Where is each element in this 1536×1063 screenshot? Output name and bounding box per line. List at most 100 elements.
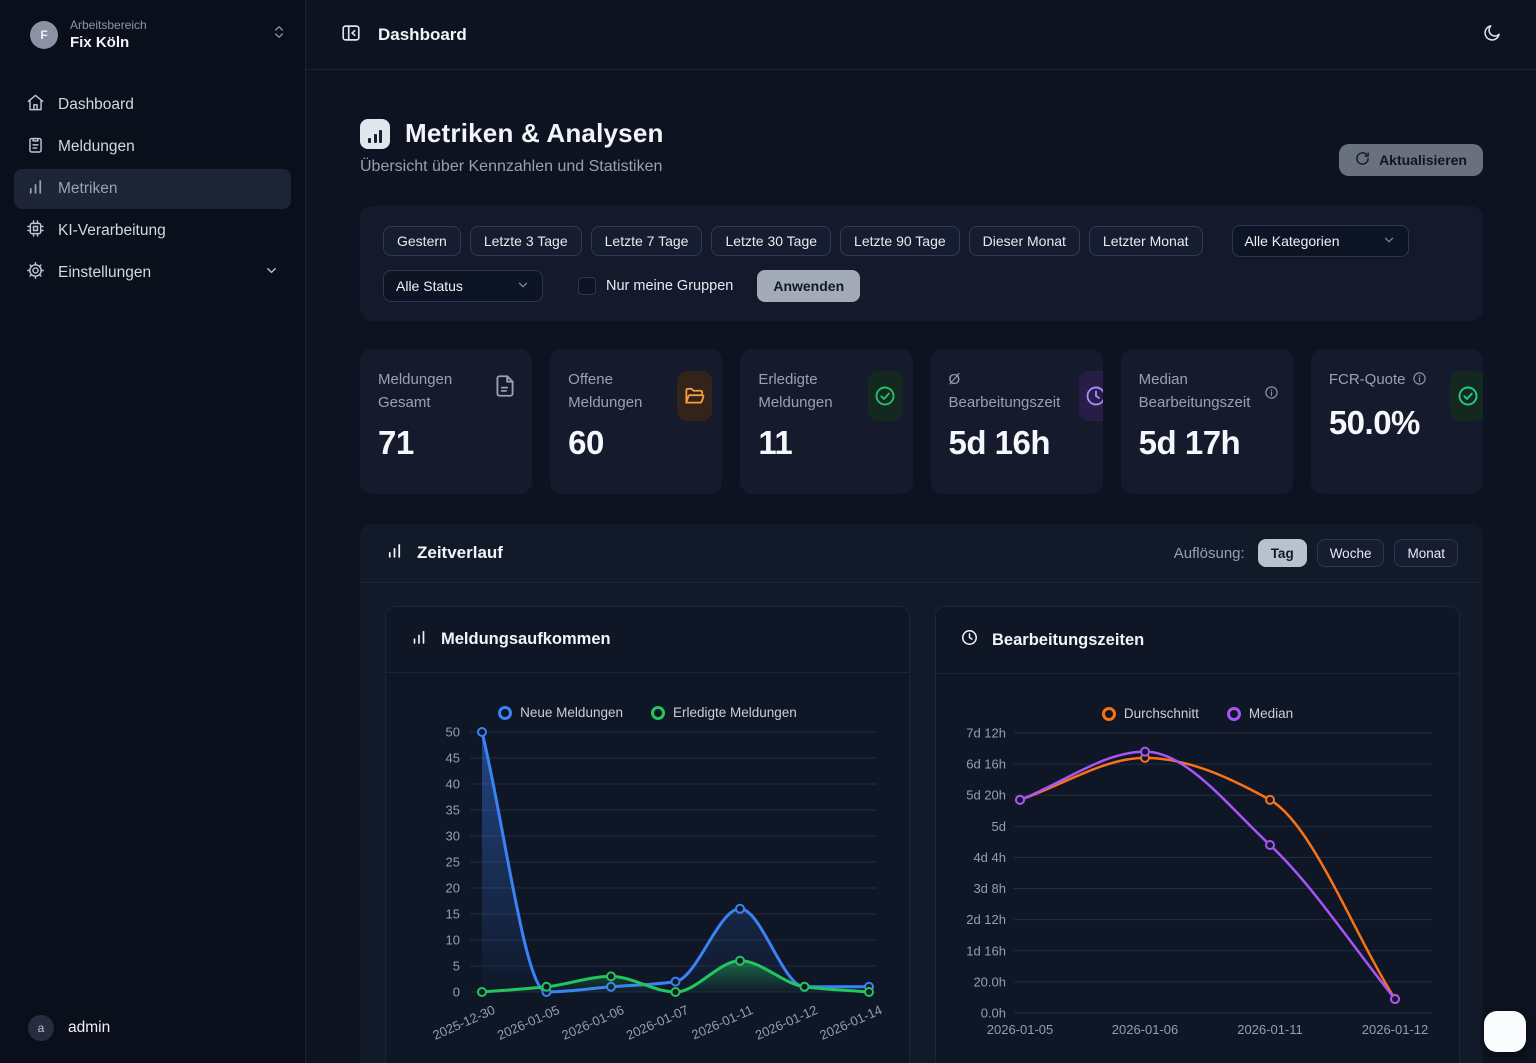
- file-text-icon: [492, 373, 518, 404]
- svg-text:1d 16h: 1d 16h: [966, 943, 1006, 958]
- badge-check-icon: [1450, 371, 1483, 421]
- filter-gestern[interactable]: Gestern: [383, 226, 461, 256]
- svg-text:45: 45: [445, 751, 459, 766]
- workspace-avatar: F: [30, 21, 58, 49]
- sidebar-item-label: KI-Verarbeitung: [58, 222, 166, 240]
- filter-letzte-3-tage[interactable]: Letzte 3 Tage: [470, 226, 582, 256]
- sidebar-item-ki-verarbeitung[interactable]: KI-Verarbeitung: [14, 211, 291, 251]
- svg-text:2026-01-14: 2026-01-14: [817, 1002, 884, 1043]
- main-area: Dashboard Metriken & Analysen Übersicht …: [306, 0, 1536, 1063]
- clipboard-icon: [26, 135, 45, 159]
- filter-bar: Gestern Letzte 3 Tage Letzte 7 Tage Letz…: [360, 206, 1483, 321]
- user-name: admin: [68, 1019, 110, 1037]
- metric-value: 50.0%: [1329, 404, 1465, 442]
- metric-card-erledigte: Erledigte Meldungen 11: [740, 349, 912, 494]
- app-root: F Arbeitsbereich Fix Köln Dashboard Meld…: [0, 0, 1536, 1063]
- svg-text:2026-01-12: 2026-01-12: [752, 1002, 819, 1043]
- my-groups-checkbox[interactable]: [578, 277, 596, 295]
- filter-letzter-monat[interactable]: Letzter Monat: [1089, 226, 1203, 256]
- filter-letzte-30-tage[interactable]: Letzte 30 Tage: [711, 226, 831, 256]
- svg-text:2026-01-11: 2026-01-11: [689, 1002, 755, 1042]
- metric-card-offene: Offene Meldungen 60: [550, 349, 722, 494]
- sidebar-item-metriken[interactable]: Metriken: [14, 169, 291, 209]
- svg-text:6d 16h: 6d 16h: [966, 757, 1006, 772]
- my-groups-label: Nur meine Gruppen: [606, 278, 733, 294]
- svg-text:15: 15: [445, 907, 459, 922]
- folder-open-icon: [677, 371, 712, 421]
- chart-legend: Durchschnitt Median: [936, 706, 1459, 721]
- svg-text:25: 25: [445, 855, 459, 870]
- resolution-tag-button[interactable]: Tag: [1258, 539, 1307, 567]
- floating-action-button[interactable]: [1484, 1011, 1526, 1052]
- resolution-woche-button[interactable]: Woche: [1317, 539, 1385, 567]
- svg-text:2026-01-11: 2026-01-11: [1237, 1022, 1303, 1037]
- chart-card-bearbeitungszeiten: Bearbeitungszeiten Durchschnitt Median 0…: [935, 606, 1460, 1063]
- svg-text:10: 10: [445, 933, 459, 948]
- check-circle-icon: [868, 371, 903, 421]
- topbar-title: Dashboard: [378, 25, 467, 45]
- svg-text:4d 4h: 4d 4h: [973, 850, 1006, 865]
- panel-left-icon: [340, 22, 362, 47]
- sidebar: F Arbeitsbereich Fix Köln Dashboard Meld…: [0, 0, 306, 1063]
- metric-card-median-bearbeitungszeit: Median Bearbeitungszeit 5d 17h: [1121, 349, 1293, 494]
- svg-text:50: 50: [445, 725, 459, 740]
- metric-value: 71: [378, 424, 514, 462]
- refresh-button[interactable]: Aktualisieren: [1339, 144, 1483, 176]
- svg-text:30: 30: [445, 829, 459, 844]
- svg-text:20.0h: 20.0h: [973, 974, 1006, 989]
- chart-legend: Neue Meldungen Erledigte Meldungen: [386, 705, 909, 720]
- filter-dieser-monat[interactable]: Dieser Monat: [969, 226, 1080, 256]
- filter-letzte-90-tage[interactable]: Letzte 90 Tage: [840, 226, 960, 256]
- chevrons-up-down-icon: [271, 24, 287, 45]
- sidebar-user[interactable]: a admin: [0, 997, 305, 1063]
- sidebar-collapse-button[interactable]: [340, 22, 362, 47]
- sidebar-item-label: Meldungen: [58, 138, 135, 156]
- svg-text:35: 35: [445, 803, 459, 818]
- status-select[interactable]: Alle Status: [383, 270, 543, 302]
- resolution-monat-button[interactable]: Monat: [1394, 539, 1458, 567]
- legend-swatch-orange: [1102, 707, 1116, 721]
- metric-card-avg-bearbeitungszeit: Ø Bearbeitungszeit 5d 16h: [931, 349, 1103, 494]
- sidebar-item-meldungen[interactable]: Meldungen: [14, 127, 291, 167]
- timeline-title: Zeitverlauf: [417, 543, 503, 563]
- workspace-switcher[interactable]: F Arbeitsbereich Fix Köln: [0, 0, 305, 67]
- svg-text:5d 20h: 5d 20h: [966, 788, 1006, 803]
- moon-icon: [1482, 23, 1502, 46]
- svg-text:5d: 5d: [991, 819, 1005, 834]
- sidebar-item-dashboard[interactable]: Dashboard: [14, 85, 291, 125]
- workspace-name: Fix Köln: [70, 34, 259, 51]
- chart-title: Meldungsaufkommen: [441, 630, 611, 649]
- filter-letzte-7-tage[interactable]: Letzte 7 Tage: [591, 226, 703, 256]
- svg-text:0: 0: [452, 985, 459, 1000]
- bearbeitungszeiten-chart: 0.0h20.0h1d 16h2d 12h3d 8h4d 4h5d5d 20h6…: [958, 725, 1438, 1045]
- info-icon: [1412, 371, 1427, 394]
- page-title: Metriken & Analysen: [405, 118, 664, 149]
- svg-text:2026-01-05: 2026-01-05: [494, 1002, 561, 1043]
- user-avatar: a: [28, 1015, 54, 1041]
- metric-card-gesamt: Meldungen Gesamt 71: [360, 349, 532, 494]
- sidebar-item-einstellungen[interactable]: Einstellungen: [14, 253, 291, 293]
- page-subtitle: Übersicht über Kennzahlen und Statistike…: [360, 158, 664, 176]
- metric-value: 60: [568, 424, 704, 462]
- sidebar-item-label: Einstellungen: [58, 264, 151, 282]
- bar-chart-icon: [26, 177, 45, 201]
- metric-cards: Meldungen Gesamt 71 Offene Meldungen 60 …: [360, 349, 1483, 494]
- cpu-icon: [26, 219, 45, 243]
- svg-text:2026-01-05: 2026-01-05: [986, 1022, 1053, 1037]
- svg-text:2025-12-30: 2025-12-30: [430, 1002, 497, 1043]
- refresh-icon: [1355, 151, 1370, 169]
- apply-button[interactable]: Anwenden: [757, 270, 860, 302]
- svg-text:7d 12h: 7d 12h: [966, 726, 1006, 741]
- svg-text:40: 40: [445, 777, 459, 792]
- chart-card-meldungsaufkommen: Meldungsaufkommen Neue Meldungen Erledig…: [385, 606, 910, 1063]
- page-content: Metriken & Analysen Übersicht über Kennz…: [306, 70, 1536, 1063]
- timeline-section: Zeitverlauf Auflösung: Tag Woche Monat M…: [360, 524, 1483, 1063]
- chevron-down-icon: [516, 278, 530, 295]
- dark-mode-toggle[interactable]: [1482, 23, 1502, 46]
- legend-swatch-blue: [498, 706, 512, 720]
- category-select[interactable]: Alle Kategorien: [1232, 225, 1409, 257]
- svg-text:0.0h: 0.0h: [980, 1006, 1005, 1021]
- home-icon: [26, 93, 45, 117]
- gear-icon: [26, 261, 45, 285]
- svg-text:2026-01-07: 2026-01-07: [623, 1002, 690, 1043]
